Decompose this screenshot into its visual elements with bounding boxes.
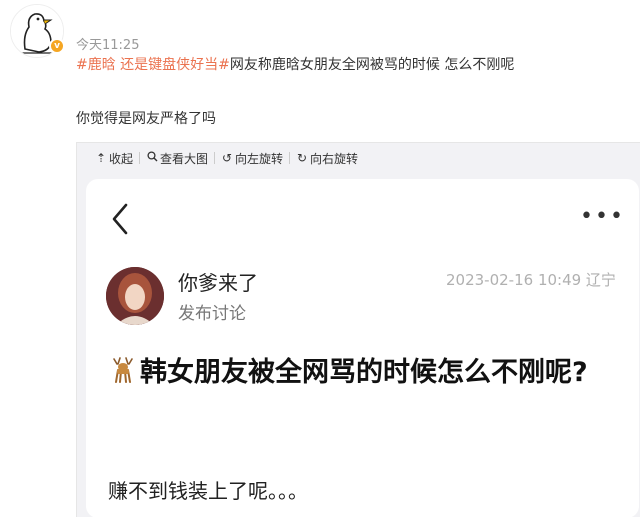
post-headline: #鹿晗 还是键盘侠好当#网友称鹿晗女朋友全网被骂的时候 怎么不刚呢: [76, 54, 514, 74]
rotate-left-button[interactable]: ↺ 向左旋转: [221, 150, 283, 167]
commenter-name: 你爹来了: [178, 271, 258, 295]
image-toolbar: ⇡ 收起 查看大图 ↺ 向左旋转 ↻ 向右旋转: [77, 143, 358, 173]
embedded-screenshot[interactable]: ••• 你爹来了 发布讨论 2023-02-16 10:49 辽宁 韩女朋友被全…: [86, 179, 639, 517]
view-large-button[interactable]: 查看大图: [146, 150, 208, 167]
view-large-label: 查看大图: [160, 151, 209, 166]
commenter-avatar: [106, 267, 164, 325]
rotate-left-icon: ↺: [222, 151, 233, 165]
headline-text: 网友称鹿晗女朋友全网被骂的时候 怎么不刚呢: [229, 57, 515, 73]
screenshot-title: 韩女朋友被全网骂的时候怎么不刚呢?: [108, 351, 628, 395]
rotate-left-label: 向左旋转: [235, 151, 284, 166]
rotate-right-label: 向右旋转: [310, 151, 359, 166]
verified-badge: v: [49, 38, 65, 54]
magnify-icon: [146, 151, 158, 165]
topic-tag-link[interactable]: #鹿晗 还是键盘侠好当#: [76, 57, 230, 73]
portrait-icon: [106, 267, 164, 325]
rotate-right-icon: ↻: [297, 151, 308, 165]
post-question: 你觉得是网友严格了吗: [76, 111, 216, 127]
screenshot-title-text: 韩女朋友被全网骂的时候怎么不刚呢?: [140, 357, 588, 388]
toolbar-divider: [289, 152, 291, 164]
image-viewer: ⇡ 收起 查看大图 ↺ 向左旋转 ↻ 向右旋转 ••• 你爹来了 发布讨论 20…: [76, 142, 640, 517]
post-meta: 2023-02-16 10:49 辽宁: [446, 271, 616, 289]
collapse-label: 收起: [109, 151, 134, 166]
screenshot-body: 赚不到钱装上了呢。。。: [108, 479, 308, 503]
back-arrow-icon: [112, 203, 128, 235]
post-time: 今天11:25: [76, 38, 140, 53]
collapse-button[interactable]: ⇡ 收起: [95, 150, 133, 167]
more-options-icon: •••: [580, 204, 625, 229]
commenter-subtitle: 发布讨论: [178, 304, 246, 324]
collapse-icon: ⇡: [95, 151, 107, 165]
toolbar-divider: [214, 152, 216, 164]
rotate-right-button[interactable]: ↻ 向右旋转: [296, 150, 358, 167]
deer-icon: [113, 357, 133, 383]
toolbar-divider: [139, 152, 141, 164]
